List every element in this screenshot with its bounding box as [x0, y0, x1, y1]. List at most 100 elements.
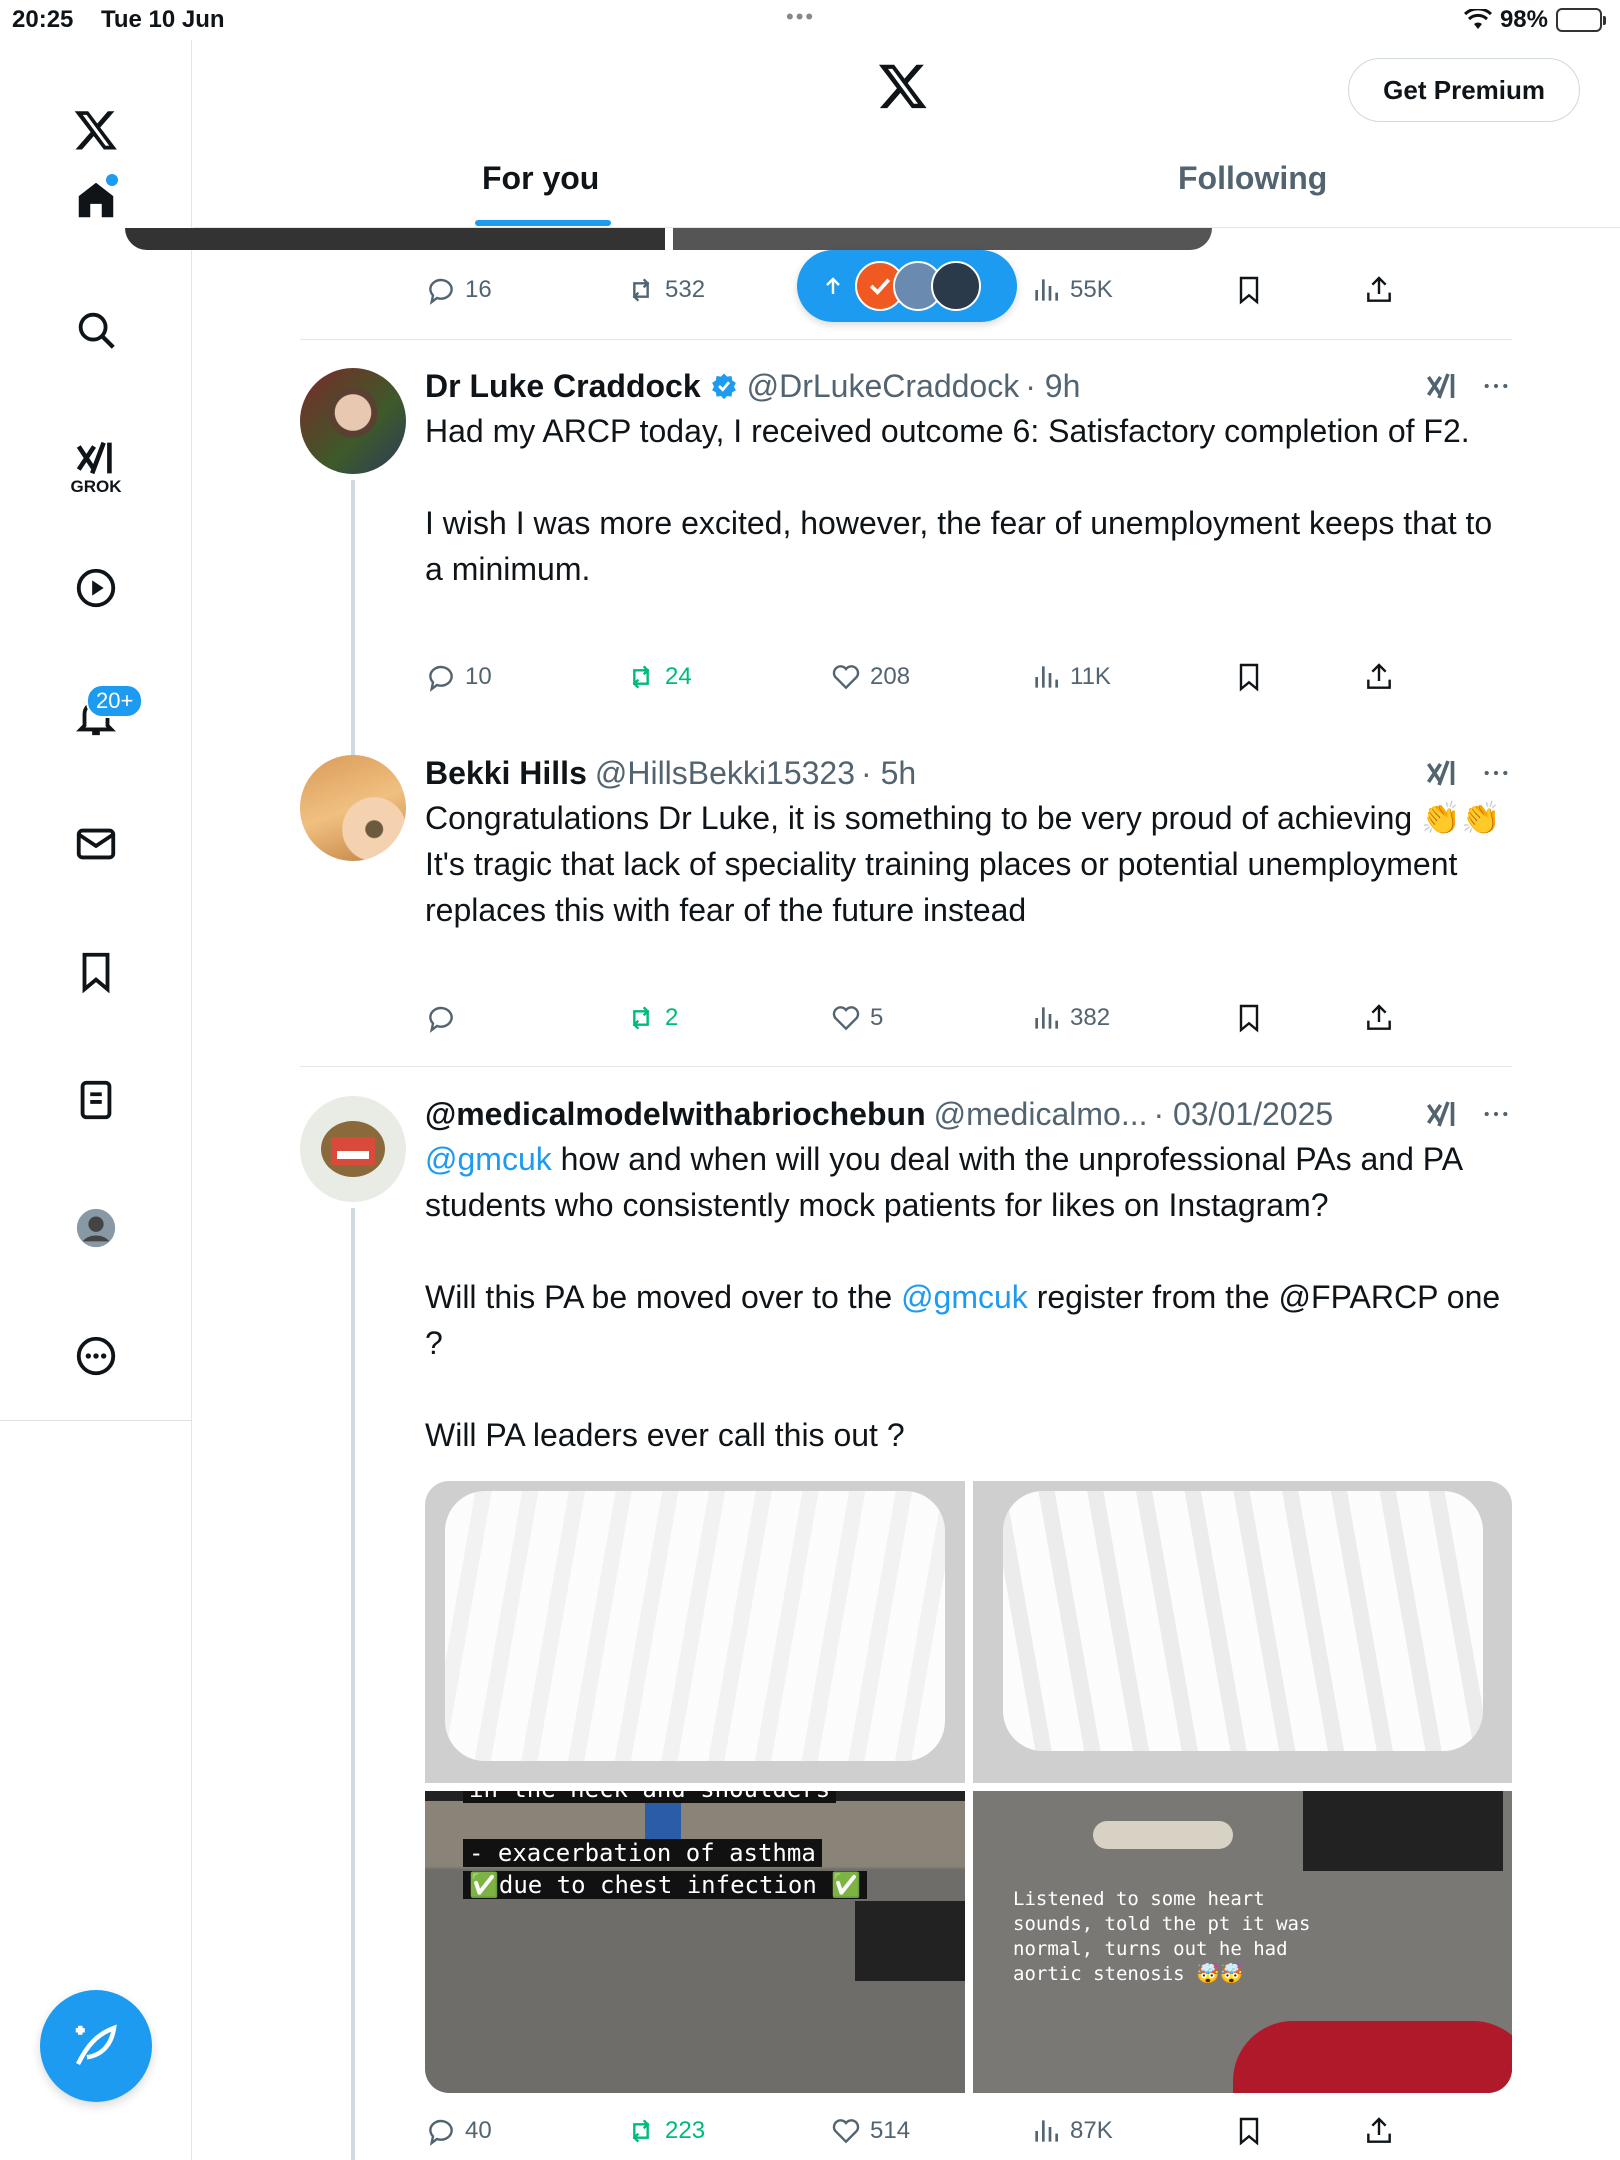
grok-explain-icon[interactable] — [1424, 1096, 1460, 1132]
like-button[interactable]: 208 — [830, 657, 910, 697]
author-name[interactable]: Bekki Hills — [425, 755, 587, 792]
tweet-actions: 10 24 208 11K — [425, 657, 1425, 697]
reply-button[interactable] — [425, 998, 465, 1038]
bookmark-icon — [1239, 663, 1259, 692]
tweet-header: Dr Luke Craddock @DrLukeCraddock · 9h — [425, 366, 1512, 406]
x-logo-icon[interactable] — [877, 60, 929, 112]
like-count: 5 — [870, 1004, 884, 1031]
tweet-tools — [1424, 368, 1512, 404]
more-icon[interactable] — [1480, 1098, 1512, 1130]
tab-for-you[interactable]: For you — [482, 160, 599, 197]
bookmarks-icon[interactable] — [0, 932, 192, 1012]
author-handle[interactable]: @DrLukeCraddock — [747, 368, 1020, 405]
share-button[interactable] — [1363, 270, 1395, 310]
search-icon[interactable] — [0, 290, 192, 370]
author-name[interactable]: @medicalmodelwithabriochebun — [425, 1096, 926, 1133]
tweet-time[interactable]: · 9h — [1025, 368, 1080, 405]
mention-link[interactable]: @gmcuk — [425, 1141, 552, 1177]
compose-post-button[interactable] — [40, 1990, 152, 2102]
like-button[interactable]: 5 — [830, 998, 883, 1038]
bookmark-icon — [1239, 276, 1259, 305]
media-caption: ✅due to chest infection ✅ — [463, 1871, 868, 1899]
views-button[interactable]: 11K — [1030, 657, 1111, 697]
share-button[interactable] — [1363, 2111, 1395, 2151]
reply-count: 40 — [465, 2117, 492, 2144]
avatar[interactable] — [300, 1096, 406, 1202]
views-button[interactable]: 55K — [1030, 270, 1113, 310]
media-image[interactable] — [425, 1481, 965, 1783]
sidebar: GROK 20+ — [0, 40, 192, 2160]
more-options-icon[interactable] — [0, 1316, 192, 1396]
repost-button[interactable]: 532 — [625, 270, 705, 310]
status-right: 98% — [1463, 6, 1606, 34]
multitasking-dots-icon[interactable]: ••• — [786, 4, 815, 30]
x-logo-icon[interactable] — [0, 90, 192, 170]
author-name[interactable]: Dr Luke Craddock — [425, 368, 701, 405]
bookmark-button[interactable] — [1233, 657, 1265, 697]
active-tab-indicator — [475, 220, 611, 226]
bookmark-button[interactable] — [1233, 998, 1265, 1038]
tweet-time[interactable]: · 03/01/2025 — [1153, 1096, 1333, 1133]
like-button[interactable]: 514 — [830, 2111, 910, 2151]
reply-button[interactable]: 10 — [425, 657, 492, 697]
author-handle[interactable]: @medicalmo... — [934, 1096, 1148, 1133]
media-caption: Listened to some heart sounds, told the … — [1013, 1888, 1311, 1985]
grok-explain-icon[interactable] — [1424, 368, 1460, 404]
views-icon — [1035, 2120, 1058, 2142]
repost-button[interactable]: 2 — [625, 998, 678, 1038]
reply-icon — [429, 665, 453, 692]
reply-icon — [429, 2119, 453, 2146]
profile-avatar-icon[interactable] — [0, 1188, 192, 1268]
home-unread-dot — [106, 174, 118, 186]
more-icon[interactable] — [1480, 370, 1512, 402]
status-time: 20:25 — [12, 6, 74, 33]
author-handle[interactable]: @HillsBekki15323 — [595, 755, 855, 792]
avatar[interactable] — [300, 368, 406, 474]
thread-line — [351, 480, 355, 780]
more-icon[interactable] — [1480, 757, 1512, 789]
repost-count: 223 — [665, 2117, 706, 2144]
previous-tweet-media[interactable] — [125, 228, 1212, 250]
avatar[interactable] — [300, 755, 406, 861]
get-premium-button[interactable]: Get Premium — [1348, 58, 1580, 122]
tweet-text: Congratulations Dr Luke, it is something… — [425, 800, 1501, 928]
share-button[interactable] — [1363, 998, 1395, 1038]
lists-icon[interactable] — [0, 1060, 192, 1140]
views-button[interactable]: 382 — [1030, 998, 1110, 1038]
grok-explain-icon[interactable] — [1424, 755, 1460, 791]
thread-line — [351, 1208, 355, 2160]
tweet-time[interactable]: · 5h — [861, 755, 916, 792]
tweet-header: Bekki Hills @HillsBekki15323 · 5h — [425, 753, 1512, 793]
video-icon[interactable] — [0, 548, 192, 628]
tweet-actions: 40 223 514 87K — [425, 2111, 1425, 2151]
media-image[interactable]: Listened to some heart sounds, told the … — [973, 1791, 1512, 2093]
tweet-media-grid[interactable]: in the neck and shoulders - exacerbation… — [425, 1481, 1512, 2093]
views-count: 11K — [1070, 663, 1111, 690]
media-image[interactable]: in the neck and shoulders - exacerbation… — [425, 1791, 965, 2093]
share-button[interactable] — [1363, 657, 1395, 697]
mention-link[interactable]: @gmcuk — [901, 1279, 1028, 1315]
views-icon — [1035, 1007, 1058, 1029]
heart-icon — [832, 2119, 860, 2144]
reply-button[interactable]: 16 — [425, 270, 492, 310]
bookmark-button[interactable] — [1233, 2111, 1265, 2151]
tab-following[interactable]: Following — [1178, 160, 1327, 197]
reply-icon — [429, 1006, 453, 1033]
views-button[interactable]: 87K — [1030, 2111, 1113, 2151]
media-image[interactable] — [973, 1481, 1512, 1783]
repost-icon — [632, 2119, 650, 2143]
repost-button[interactable]: 24 — [625, 657, 692, 697]
reply-icon — [429, 278, 453, 305]
share-icon — [1367, 2117, 1391, 2143]
repost-icon — [632, 665, 650, 689]
bookmark-button[interactable] — [1233, 270, 1265, 310]
repost-button[interactable]: 223 — [625, 2111, 705, 2151]
like-count: 208 — [870, 663, 911, 690]
new-posts-pill[interactable] — [797, 250, 1017, 322]
media-caption: - exacerbation of asthma — [463, 1839, 822, 1867]
views-icon — [1035, 666, 1058, 688]
messages-icon[interactable] — [0, 804, 192, 884]
reply-button[interactable]: 40 — [425, 2111, 492, 2151]
tweet-header: @medicalmodelwithabriochebun @medicalmo.… — [425, 1094, 1512, 1134]
status-bar: 20:25 Tue 10 Jun ••• 98% — [0, 0, 1620, 40]
